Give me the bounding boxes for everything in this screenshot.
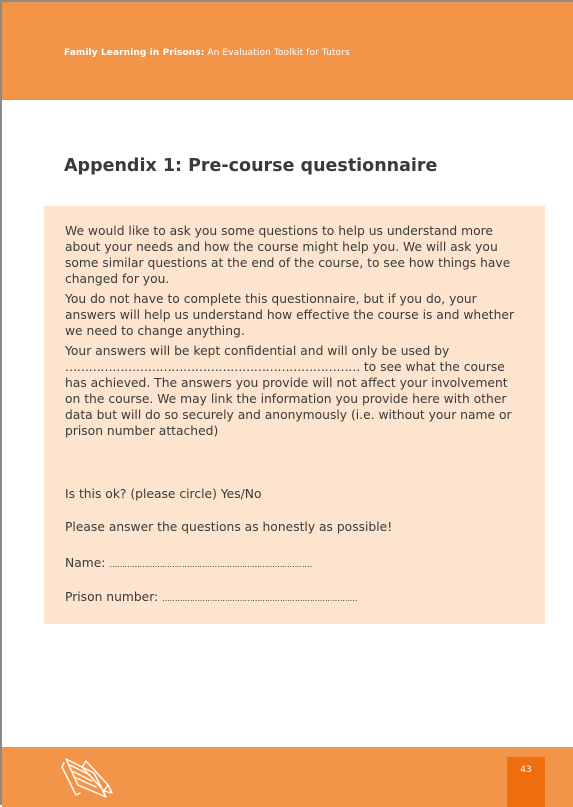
optional-paragraph: You do not have to complete this questio…	[65, 292, 514, 338]
name-label: Name:	[65, 556, 106, 570]
name-field: Name: ………………………………………………………………………	[65, 555, 525, 573]
running-header-bold: Family Learning in Prisons:	[64, 48, 205, 58]
confidentiality-paragraph: Your answers will be kept confidential a…	[65, 343, 525, 439]
page-header: Family Learning in Prisons: An Evaluatio…	[2, 2, 573, 100]
pen-on-paper-icon	[61, 758, 113, 798]
prison-number-field: Prison number: ……………………………………………………………………	[65, 589, 525, 607]
name-blank: ………………………………………………………………………	[109, 560, 312, 569]
document-page: Family Learning in Prisons: An Evaluatio…	[0, 0, 573, 807]
page-title: Appendix 1: Pre-course questionnaire	[64, 156, 438, 176]
page-number: 43	[520, 765, 532, 775]
confidentiality-text-start: Your answers will be kept confidential a…	[65, 344, 450, 358]
honesty-note: Please answer the questions as honestly …	[65, 520, 393, 534]
consent-question: Is this ok? (please circle) Yes/No	[65, 487, 262, 501]
prison-number-blank: ……………………………………………………………………	[162, 594, 358, 603]
page-number-box: 43	[507, 757, 545, 807]
organisation-blank: …………………………………………………………………	[65, 360, 360, 374]
running-header-rest: An Evaluation Toolkit for Tutors	[204, 48, 350, 58]
running-header: Family Learning in Prisons: An Evaluatio…	[64, 48, 350, 58]
intro-paragraph: We would like to ask you some questions …	[65, 224, 511, 286]
prison-number-label: Prison number:	[65, 590, 159, 604]
